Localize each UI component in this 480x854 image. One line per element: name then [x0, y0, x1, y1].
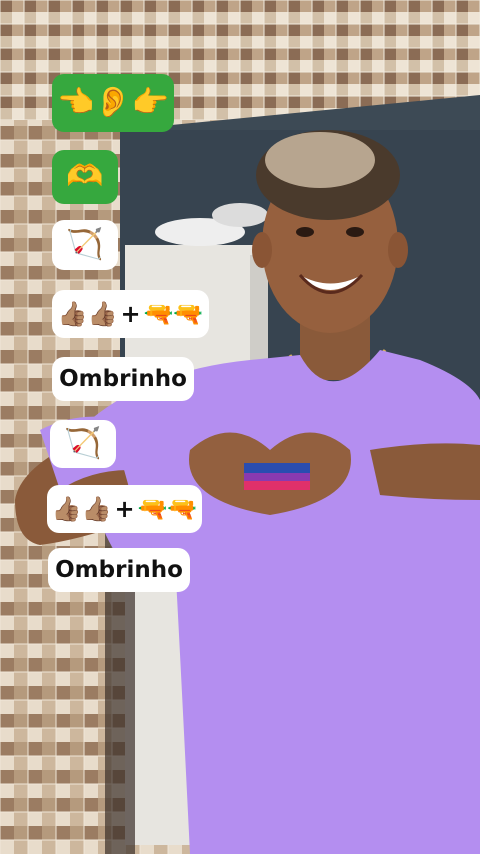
plus-sign: +	[120, 300, 141, 328]
bow-arrow-emoji: 🏹	[64, 426, 102, 461]
caption-bow-arrow-2: 🏹	[50, 420, 116, 468]
caption-ombrinho-2: Ombrinho	[48, 548, 190, 592]
caption-thumbs-guns-2: 👍🏽👍🏽 + 🔫🔫	[47, 485, 202, 533]
heart-hands-emoji: 🫶	[66, 159, 104, 194]
caption-thumbs-guns-1: 👍🏽👍🏽 + 🔫🔫	[52, 290, 209, 338]
plus-sign: +	[114, 495, 135, 523]
water-gun-emoji: 🔫🔫	[137, 495, 198, 523]
caption-ombrinho-text: Ombrinho	[55, 556, 183, 583]
caption-heart-hands: 🫶	[52, 150, 118, 204]
water-gun-emoji: 🔫🔫	[143, 300, 204, 328]
thumbs-up-emoji: 👍🏽👍🏽	[51, 495, 112, 523]
bow-arrow-emoji: 🏹	[66, 227, 104, 262]
caption-ombrinho-1: Ombrinho	[52, 357, 194, 401]
thumbs-up-emoji: 👍🏽👍🏽	[57, 300, 118, 328]
caption-ear-pointing: 👈👂👉	[52, 74, 174, 132]
caption-bow-arrow-1: 🏹	[52, 220, 118, 270]
caption-ombrinho-text: Ombrinho	[59, 365, 187, 392]
pointing-ear-emoji: 👈👂👉	[56, 85, 170, 120]
